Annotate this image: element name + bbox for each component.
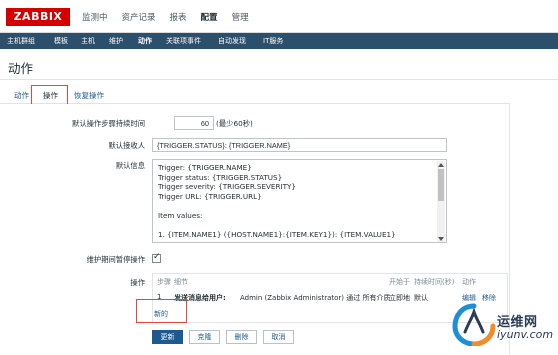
subnav-maintenance[interactable]: 维护 xyxy=(109,33,123,49)
message-line xyxy=(158,201,441,211)
step-duration-hint: (最少60秒) xyxy=(216,119,253,128)
pause-maintenance-checkbox[interactable] xyxy=(152,252,161,263)
ops-header-steps: 步骤 xyxy=(157,278,171,286)
default-subject-input[interactable] xyxy=(152,138,447,152)
subnav-it-services[interactable]: IT服务 xyxy=(263,33,283,49)
step-duration-label: 默认操作步骤持续时间 xyxy=(72,119,145,128)
subnav-templates[interactable]: 模板 xyxy=(54,33,68,49)
message-line: 1. {ITEM.NAME1} ({HOST.NAME1}:{ITEM.KEY1… xyxy=(158,230,396,240)
scroll-thumb[interactable] xyxy=(438,169,444,201)
watermark-en-text: iyunv.com xyxy=(497,328,554,341)
top-menu-reports[interactable]: 报表 xyxy=(170,11,187,23)
watermark-logo-icon xyxy=(452,303,496,346)
ops-header-details: 细节 xyxy=(174,278,188,286)
top-menu-monitoring[interactable]: 监测中 xyxy=(82,11,108,23)
subnav-discovery[interactable]: 自动发现 xyxy=(218,33,246,49)
tab-recovery-operations[interactable]: 恢复操作 xyxy=(74,90,104,101)
delete-button[interactable]: 删除 xyxy=(226,330,257,344)
subnav-hosts[interactable]: 主机 xyxy=(81,33,95,49)
textarea-scrollbar[interactable] xyxy=(437,161,445,242)
subnav-correlation[interactable]: 关联项事件 xyxy=(166,33,201,49)
top-menu: 监测中 资产记录 报表 配置 管理 xyxy=(82,11,263,23)
sub-nav: 主机群组 模板 主机 维护 动作 关联项事件 自动发现 IT服务 xyxy=(0,33,558,49)
top-bar: ZABBIX 监测中 资产记录 报表 配置 管理 xyxy=(0,0,558,33)
clone-button[interactable]: 克隆 xyxy=(189,330,220,344)
ops-row-details: Admin (Zabbix Administrator) 通过 所有介质 xyxy=(240,294,391,302)
subnav-host-groups[interactable]: 主机群组 xyxy=(7,33,35,49)
cancel-button[interactable]: 取消 xyxy=(263,330,294,344)
tab-action[interactable]: 动作 xyxy=(14,90,29,101)
top-menu-inventory[interactable]: 资产记录 xyxy=(122,11,156,23)
scroll-up-icon[interactable] xyxy=(438,163,444,167)
message-line: Trigger: {TRIGGER.NAME} xyxy=(158,163,252,172)
step-duration-input[interactable] xyxy=(174,116,214,130)
message-line xyxy=(158,221,441,231)
page-title: 动作 xyxy=(8,61,34,76)
top-menu-configuration[interactable]: 配置 xyxy=(201,11,218,23)
subnav-actions[interactable]: 动作 xyxy=(138,33,152,49)
message-line: Trigger URL: {TRIGGER.URL} xyxy=(158,191,262,201)
message-line: Trigger severity: {TRIGGER.SEVERITY} xyxy=(158,182,296,192)
update-button[interactable]: 更新 xyxy=(152,330,183,344)
operations-label: 操作 xyxy=(130,278,145,287)
watermark: 运维网 iyunv.com xyxy=(452,300,558,355)
ops-row-start-in: 立即地 xyxy=(389,294,410,302)
ops-row-duration: 默认 xyxy=(414,294,428,302)
top-menu-administration[interactable]: 管理 xyxy=(232,11,249,23)
tab-bar: 动作 操作 恢复操作 xyxy=(0,86,558,104)
default-message-textarea[interactable]: Trigger: {TRIGGER.NAME} Trigger status: … xyxy=(152,159,447,243)
new-link-highlight-box xyxy=(136,299,187,323)
default-message-label: 默认信息 xyxy=(115,161,145,170)
ops-header-action: 动作 xyxy=(462,278,476,286)
zabbix-logo[interactable]: ZABBIX xyxy=(6,8,70,26)
title-divider xyxy=(0,79,558,80)
message-line: Item values: xyxy=(158,210,203,220)
ops-header-start-in: 开始于 xyxy=(389,278,410,286)
message-line: Trigger status: {TRIGGER.STATUS} xyxy=(158,172,283,182)
default-subject-label: 默认接收人 xyxy=(108,141,145,150)
ops-header-duration: 持续时间(秒) xyxy=(414,278,455,286)
scroll-down-icon[interactable] xyxy=(438,237,444,241)
pause-maintenance-label: 维护期间暂停操作 xyxy=(86,255,145,264)
